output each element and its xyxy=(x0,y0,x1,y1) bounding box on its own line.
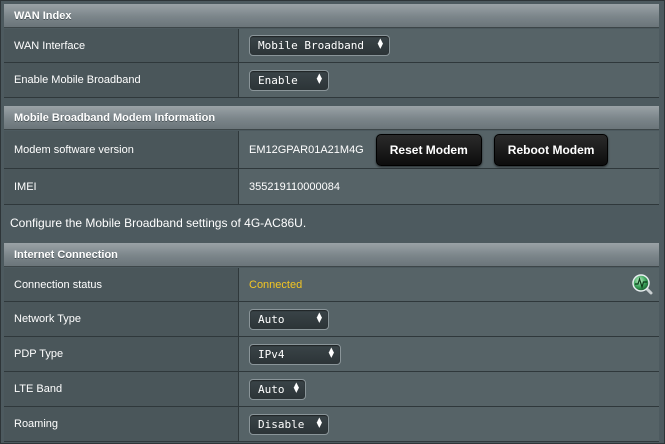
wan-interface-select[interactable]: Mobile Broadband ▲ ▼ xyxy=(249,35,390,56)
select-arrows-icon: ▲ ▼ xyxy=(316,310,322,324)
reset-modem-button[interactable]: Reset Modem xyxy=(375,133,482,166)
roaming-label: Roaming xyxy=(4,407,239,441)
connection-status-label: Connection status xyxy=(4,268,239,301)
row-connection-status: Connection status Connected xyxy=(4,268,659,302)
section-header-modem-info: Mobile Broadband Modem Information xyxy=(4,106,659,130)
lte-band-value: Auto xyxy=(258,382,285,396)
select-arrows-icon: ▲ ▼ xyxy=(377,37,383,50)
enable-mobile-broadband-value: Enable xyxy=(258,73,298,87)
network-type-select[interactable]: Auto ▲ ▼ xyxy=(249,308,329,330)
reboot-modem-button[interactable]: Reboot Modem xyxy=(493,133,609,166)
row-modem-software-version: Modem software version EM12GPAR01A21M4G … xyxy=(4,131,659,169)
network-type-label: Network Type xyxy=(4,302,239,336)
imei-value: 355219110000084 xyxy=(249,180,340,193)
network-status-icon[interactable] xyxy=(631,273,653,295)
row-lte-band: LTE Band Auto ▲ ▼ xyxy=(4,372,659,407)
pdp-type-label: PDP Type xyxy=(4,337,239,371)
modem-software-version-value: EM12GPAR01A21M4G xyxy=(249,143,364,156)
row-wan-interface: WAN Interface Mobile Broadband ▲ ▼ xyxy=(4,29,659,63)
row-roaming: Roaming Disable ▲ ▼ xyxy=(4,407,659,442)
connection-status-value: Connected xyxy=(249,278,303,291)
page-description: Configure the Mobile Broadband settings … xyxy=(4,207,659,238)
pdp-type-select[interactable]: IPv4 ▲ ▼ xyxy=(249,343,341,365)
select-arrows-icon: ▲ ▼ xyxy=(316,71,322,85)
wan-interface-value: Mobile Broadband xyxy=(258,39,364,52)
select-arrows-icon: ▲ ▼ xyxy=(328,345,334,359)
pdp-type-value: IPv4 xyxy=(258,347,285,361)
modem-software-version-label: Modem software version xyxy=(4,131,239,168)
row-pdp-type: PDP Type IPv4 ▲ ▼ xyxy=(4,337,659,372)
row-enable-mobile-broadband: Enable Mobile Broadband Enable ▲ ▼ xyxy=(4,63,659,98)
select-arrows-icon: ▲ ▼ xyxy=(293,380,299,394)
lte-band-select[interactable]: Auto ▲ ▼ xyxy=(249,378,306,400)
row-imei: IMEI 355219110000084 xyxy=(4,169,659,205)
roaming-value: Disable xyxy=(258,417,305,431)
imei-label: IMEI xyxy=(4,169,239,204)
enable-mobile-broadband-label: Enable Mobile Broadband xyxy=(4,63,239,97)
lte-band-label: LTE Band xyxy=(4,372,239,406)
select-arrows-icon: ▲ ▼ xyxy=(316,415,322,429)
row-network-type: Network Type Auto ▲ ▼ xyxy=(4,302,659,337)
section-header-wan-index: WAN Index xyxy=(4,4,659,28)
roaming-select[interactable]: Disable ▲ ▼ xyxy=(249,413,329,435)
wan-interface-label: WAN Interface xyxy=(4,29,239,62)
enable-mobile-broadband-select[interactable]: Enable ▲ ▼ xyxy=(249,69,329,91)
section-header-internet-connection: Internet Connection xyxy=(4,243,659,267)
network-type-value: Auto xyxy=(258,312,285,326)
